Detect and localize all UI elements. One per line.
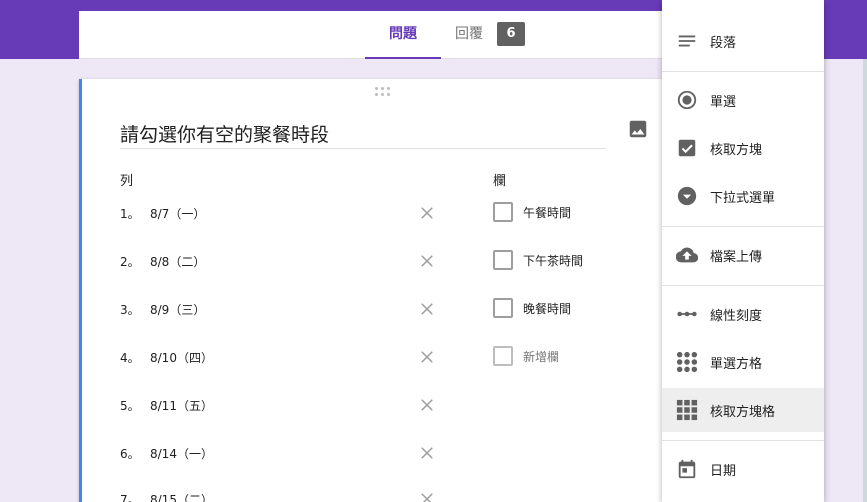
menu-item-label: 核取方塊格 [710,404,776,420]
row-label[interactable]: 8/11（五） [150,397,213,414]
row-label[interactable]: 8/7（一） [150,205,205,222]
column-item[interactable]: 晚餐時間 [493,298,571,318]
menu-item-label: 檔案上傳 [710,249,763,265]
remove-row-icon[interactable] [418,348,436,366]
row-number: 6。 [120,446,140,461]
responses-count-badge: 6 [497,22,525,46]
radio-icon [677,90,697,110]
remove-row-icon[interactable] [418,300,436,318]
remove-row-icon[interactable] [418,396,436,414]
row-item[interactable]: 1。 8/7（一） [120,203,205,223]
drag-handle-icon[interactable] [373,86,393,98]
add-column-item[interactable]: 新增欄 [493,346,559,366]
menu-item-date[interactable]: 日期 [662,447,824,491]
menu-item-dropdown[interactable]: 下拉式選單 [662,174,824,218]
radio-grid-icon [676,351,698,373]
question-type-menu: 段落 單選 核取方塊 下拉式選單 檔案上傳 線性刻度 單選方格 核取方塊格 日期 [662,0,824,502]
row-number: 5。 [120,398,140,413]
remove-row-icon[interactable] [418,490,436,502]
menu-divider [662,440,824,441]
row-item[interactable]: 7。 8/15（二） [120,489,213,502]
row-number: 1。 [120,206,140,221]
question-title[interactable]: 請勾選你有空的聚餐時段 [120,120,329,147]
row-number: 2。 [120,254,140,269]
column-item[interactable]: 下午茶時間 [493,250,583,270]
column-item[interactable]: 午餐時間 [493,202,571,222]
column-checkbox[interactable] [493,298,513,318]
page-edge [863,59,867,502]
menu-item-file-upload[interactable]: 檔案上傳 [662,233,824,277]
checkbox-grid-icon [676,399,698,421]
calendar-icon [678,459,696,479]
menu-item-linear-scale[interactable]: 線性刻度 [662,292,824,336]
linear-scale-icon [677,311,697,317]
checkbox-icon [678,139,696,157]
remove-row-icon[interactable] [418,252,436,270]
menu-item-radio-grid[interactable]: 單選方格 [662,340,824,384]
row-item[interactable]: 5。 8/11（五） [120,395,213,415]
menu-divider [662,71,824,72]
row-item[interactable]: 2。 8/8（二） [120,251,205,271]
row-item[interactable]: 6。 8/14（一） [120,443,213,463]
menu-item-checkbox[interactable]: 核取方塊 [662,126,824,170]
menu-item-paragraph[interactable]: 段落 [662,19,824,63]
menu-item-label: 單選方格 [710,356,763,372]
menu-item-checkbox-grid[interactable]: 核取方塊格 [662,388,824,432]
column-label[interactable]: 午餐時間 [523,204,571,221]
menu-item-label: 日期 [710,463,737,479]
dropdown-icon [677,186,697,206]
tab-responses-label: 回覆 [455,26,483,42]
row-number: 4。 [120,350,140,365]
row-number: 7。 [120,492,140,502]
column-checkbox[interactable] [493,202,513,222]
rows-header: 列 [120,174,134,189]
tab-questions[interactable]: 問題 [365,11,441,59]
row-item[interactable]: 3。 8/9（三） [120,299,205,319]
row-number: 3。 [120,302,140,317]
menu-item-label: 線性刻度 [710,308,763,324]
remove-row-icon[interactable] [418,204,436,222]
menu-item-label: 段落 [710,35,737,51]
column-label[interactable]: 晚餐時間 [523,300,571,317]
menu-item-label: 核取方塊 [710,142,763,158]
menu-item-label: 下拉式選單 [710,190,776,206]
column-checkbox[interactable] [493,346,513,366]
tabs-bar: 問題 回覆 6 [79,11,679,59]
row-label[interactable]: 8/14（一） [150,445,213,462]
paragraph-icon [678,35,696,47]
row-label[interactable]: 8/10（四） [150,349,213,366]
row-label[interactable]: 8/8（二） [150,253,205,270]
row-label[interactable]: 8/9（三） [150,301,205,318]
menu-item-radio[interactable]: 單選 [662,78,824,122]
menu-divider [662,226,824,227]
tab-responses[interactable]: 回覆 6 [455,11,525,59]
column-label[interactable]: 下午茶時間 [523,252,583,269]
cloud-upload-icon [676,247,698,263]
menu-divider [662,285,824,286]
row-label[interactable]: 8/15（二） [150,491,213,502]
add-column-label[interactable]: 新增欄 [523,348,559,365]
columns-header: 欄 [493,174,507,189]
remove-row-icon[interactable] [418,444,436,462]
column-checkbox[interactable] [493,250,513,270]
row-item[interactable]: 4。 8/10（四） [120,347,213,367]
title-underline [120,148,606,149]
menu-item-label: 單選 [710,94,737,110]
add-image-icon[interactable] [627,118,649,140]
